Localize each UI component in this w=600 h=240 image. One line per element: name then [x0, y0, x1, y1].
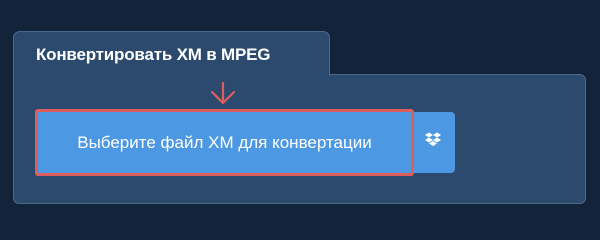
converter-title: Конвертировать XM в MPEG: [36, 45, 271, 64]
select-file-label: Выберите файл XM для конвертации: [77, 132, 372, 152]
dropbox-icon: [424, 132, 442, 153]
arrow-down-icon: [209, 81, 237, 111]
tab-panel-join: [14, 73, 329, 77]
dropbox-button[interactable]: [410, 112, 455, 173]
select-file-button[interactable]: Выберите файл XM для конвертации: [35, 109, 414, 176]
